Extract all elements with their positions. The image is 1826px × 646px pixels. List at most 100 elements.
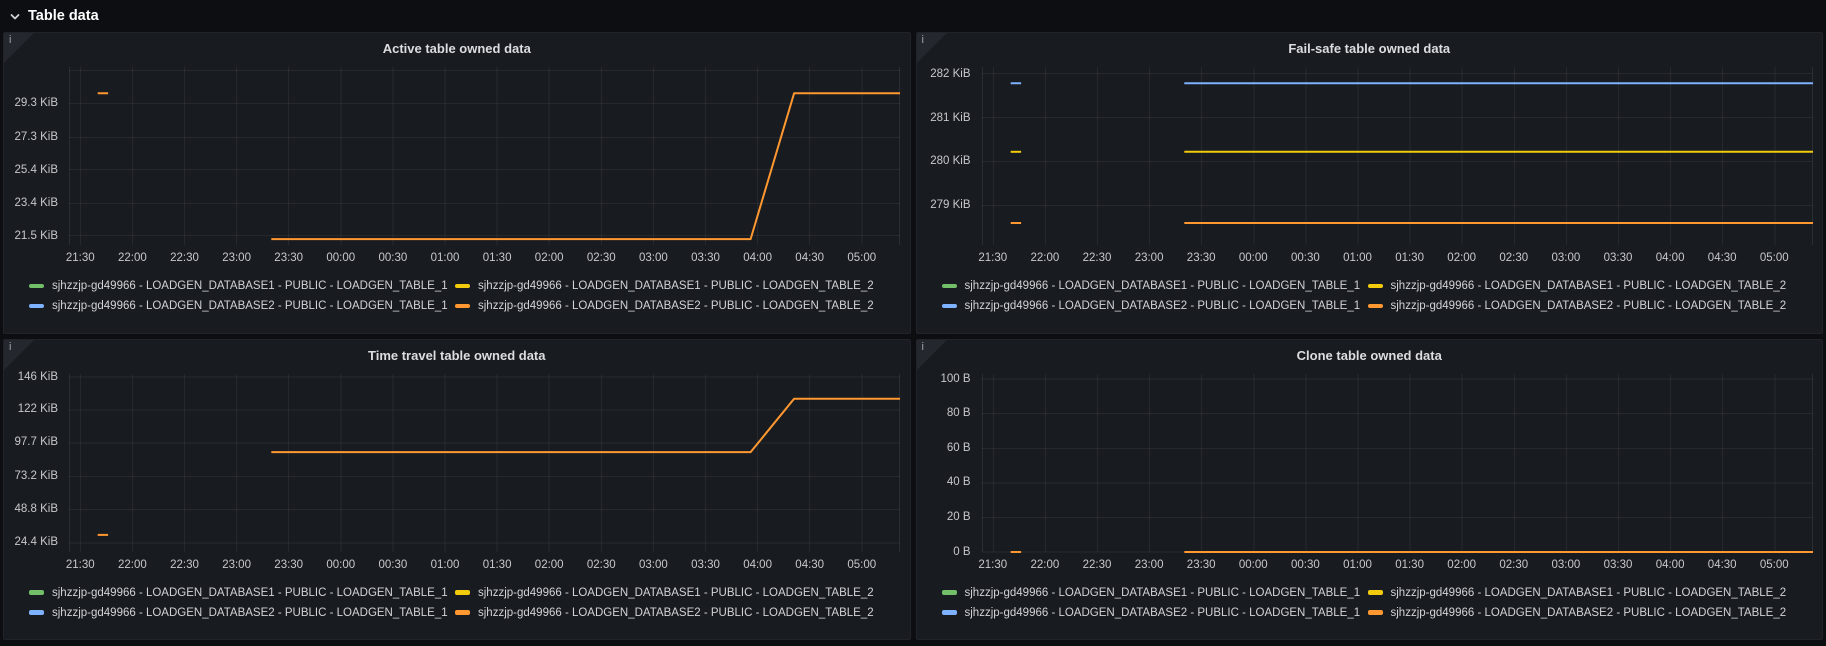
legend-item[interactable]: sjhzzjp-gd49966 - LOADGEN_DATABASE2 - PU…: [455, 607, 900, 619]
x-axis: 21:30 22:00 22:30 23:00 23:30 00:00 00:30 01:00…: [978, 252, 1813, 267]
legend-item[interactable]: sjhzzjp-gd49966 - LOADGEN_DATABASE2 - PU…: [1367, 606, 1813, 619]
legend-item[interactable]: sjhzzjp-gd49966 - LOADGEN_DATABASE2 - PU…: [29, 607, 455, 619]
legend-item[interactable]: sjhzzjp-gd49966 - LOADGEN_DATABASE1 - PU…: [1367, 587, 1813, 599]
row-title: Table data: [28, 8, 99, 24]
legend-item[interactable]: sjhzzjp-gd49966 - LOADGEN_DATABASE2 - PU…: [455, 300, 900, 312]
y-tick-label: 280 KiB: [930, 155, 971, 168]
chart-plot[interactable]: [981, 373, 1813, 553]
legend-swatch-icon: [941, 283, 957, 289]
y-tick-label: 23.4 KiB: [14, 197, 58, 210]
legend-item[interactable]: sjhzzjp-gd49966 - LOADGEN_DATABASE2 - PU…: [29, 300, 455, 312]
legend-item[interactable]: sjhzzjp-gd49966 - LOADGEN_DATABASE2 - PU…: [941, 300, 1368, 312]
x-tick-label: 02:30: [1499, 558, 1529, 571]
legend-item[interactable]: sjhzzjp-gd49966 - LOADGEN_DATABASE1 - PU…: [455, 280, 900, 292]
x-tick-label: 22:00: [117, 558, 147, 571]
x-tick-label: 04:00: [1655, 252, 1685, 264]
x-tick-label: 21:30: [65, 252, 95, 264]
x-tick-label: 01:30: [1395, 558, 1424, 571]
panel-info-corner[interactable]: i: [4, 33, 34, 63]
y-tick-label: 29.3 KiB: [14, 97, 58, 110]
y-tick-label: 122 KiB: [17, 403, 58, 416]
legend-swatch-icon: [29, 303, 44, 309]
x-tick-label: 04:00: [743, 558, 772, 571]
chart-plot[interactable]: [69, 373, 900, 552]
legend-label: sjhzzjp-gd49966 - LOADGEN_DATABASE1 - PU…: [1390, 280, 1787, 292]
x-axis: 21:30 22:00 22:30 23:00 23:30 00:00 00:30 01:00…: [65, 558, 900, 574]
chart-area: 282 KiB 281 KiB 280 KiB 279 KiB: [917, 67, 1823, 245]
x-tick-label: 02:30: [1499, 252, 1529, 264]
x-tick-label: 01:00: [1343, 558, 1372, 571]
legend-label: sjhzzjp-gd49966 - LOADGEN_DATABASE1 - PU…: [964, 586, 1361, 599]
legend-item[interactable]: sjhzzjp-gd49966 - LOADGEN_DATABASE1 - PU…: [941, 586, 1368, 599]
x-tick-label: 23:30: [274, 558, 304, 571]
panel-info-corner[interactable]: i: [4, 339, 34, 370]
x-tick-label: 03:00: [1551, 558, 1581, 571]
panel-info-corner[interactable]: i: [916, 33, 947, 63]
legend-swatch-icon: [941, 303, 957, 309]
legend-swatch-icon: [941, 590, 957, 595]
legend-item[interactable]: sjhzzjp-gd49966 - LOADGEN_DATABASE2 - PU…: [941, 606, 1368, 619]
dashboard-row-header[interactable]: Table data: [0, 0, 1826, 32]
panel-title[interactable]: Time travel table owned data: [4, 348, 910, 363]
y-tick-label: 24.4 KiB: [14, 536, 58, 549]
x-tick-label: 04:30: [795, 252, 825, 264]
x-tick-label: 02:00: [1447, 558, 1477, 571]
y-axis: 100 B 80 B 60 B 40 B 20 B 0 B: [917, 373, 974, 558]
x-tick-label: 03:00: [639, 558, 668, 571]
legend-swatch-icon: [1367, 303, 1383, 309]
chevron-down-icon[interactable]: [9, 10, 21, 22]
legend-label: sjhzzjp-gd49966 - LOADGEN_DATABASE2 - PU…: [1390, 300, 1787, 312]
panel-info-corner[interactable]: i: [916, 339, 947, 370]
x-tick-label: 01:30: [1395, 252, 1424, 264]
x-tick-label: 02:30: [586, 252, 616, 264]
legend-swatch-icon: [29, 283, 44, 289]
legend-swatch-icon: [1367, 590, 1383, 595]
x-tick-label: 23:00: [1134, 558, 1164, 571]
y-tick-label: 48.8 KiB: [14, 503, 58, 516]
panel-title[interactable]: Clone table owned data: [917, 348, 1823, 363]
x-tick-label: 22:30: [170, 558, 199, 571]
chart-plot[interactable]: [69, 67, 900, 245]
y-axis: 146 KiB 122 KiB 97.7 KiB 73.2 KiB 48.8 KiB 24…: [4, 371, 61, 552]
y-axis: 282 KiB 281 KiB 280 KiB 279 KiB: [917, 67, 974, 245]
legend: sjhzzjp-gd49966 - LOADGEN_DATABASE1 - PU…: [941, 280, 1813, 312]
legend-label: sjhzzjp-gd49966 - LOADGEN_DATABASE2 - PU…: [964, 606, 1361, 619]
y-tick-label: 282 KiB: [930, 67, 971, 80]
x-tick-label: 04:30: [1707, 558, 1737, 571]
chart-area: 100 B 80 B 60 B 40 B 20 B 0 B: [917, 373, 1823, 558]
legend-swatch-icon: [455, 303, 470, 309]
x-tick-label: 22:00: [1030, 252, 1060, 264]
x-tick-label: 05:00: [1759, 558, 1789, 571]
panel-title[interactable]: Fail-safe table owned data: [917, 41, 1823, 56]
x-tick-label: 22:30: [1082, 558, 1112, 571]
x-tick-label: 23:30: [1186, 558, 1216, 571]
x-tick-label: 05:00: [847, 558, 877, 571]
x-tick-label: 21:30: [65, 558, 95, 571]
x-tick-label: 23:30: [274, 252, 304, 264]
legend-item[interactable]: sjhzzjp-gd49966 - LOADGEN_DATABASE1 - PU…: [941, 280, 1368, 292]
y-tick-label: 0 B: [953, 545, 971, 558]
legend-item[interactable]: sjhzzjp-gd49966 - LOADGEN_DATABASE1 - PU…: [29, 587, 455, 599]
legend-item[interactable]: sjhzzjp-gd49966 - LOADGEN_DATABASE1 - PU…: [455, 587, 900, 599]
legend-label: sjhzzjp-gd49966 - LOADGEN_DATABASE1 - PU…: [478, 280, 874, 292]
chart-plot[interactable]: [981, 67, 1813, 245]
x-tick-label: 23:00: [1134, 252, 1164, 264]
x-tick-label: 03:30: [1603, 558, 1633, 571]
panel-fail-safe-table-owned-data: i Fail-safe table owned data 282 KiB 281 …: [915, 32, 1823, 334]
panel-clone-table-owned-data: i Clone table owned data 100 B 80 B 60 B 40…: [915, 338, 1823, 640]
legend-item[interactable]: sjhzzjp-gd49966 - LOADGEN_DATABASE1 - PU…: [1367, 280, 1813, 292]
panel-active-table-owned-data: i Active table owned data 29.3 KiB 27.3 K…: [3, 32, 911, 334]
x-tick-label: 00:00: [326, 252, 356, 264]
legend-swatch-icon: [1367, 283, 1383, 289]
x-tick-label: 01:00: [1343, 252, 1372, 264]
x-tick-label: 23:00: [222, 558, 251, 571]
y-tick-label: 80 B: [946, 407, 971, 420]
x-tick-label: 01:30: [482, 558, 512, 571]
x-tick-label: 01:00: [430, 252, 460, 264]
legend-item[interactable]: sjhzzjp-gd49966 - LOADGEN_DATABASE1 - PU…: [29, 280, 455, 292]
x-tick-label: 21:30: [978, 558, 1008, 571]
legend-label: sjhzzjp-gd49966 - LOADGEN_DATABASE2 - PU…: [1390, 606, 1787, 619]
legend-item[interactable]: sjhzzjp-gd49966 - LOADGEN_DATABASE2 - PU…: [1367, 300, 1813, 312]
x-tick-label: 00:30: [378, 558, 408, 571]
panel-title[interactable]: Active table owned data: [4, 41, 910, 56]
